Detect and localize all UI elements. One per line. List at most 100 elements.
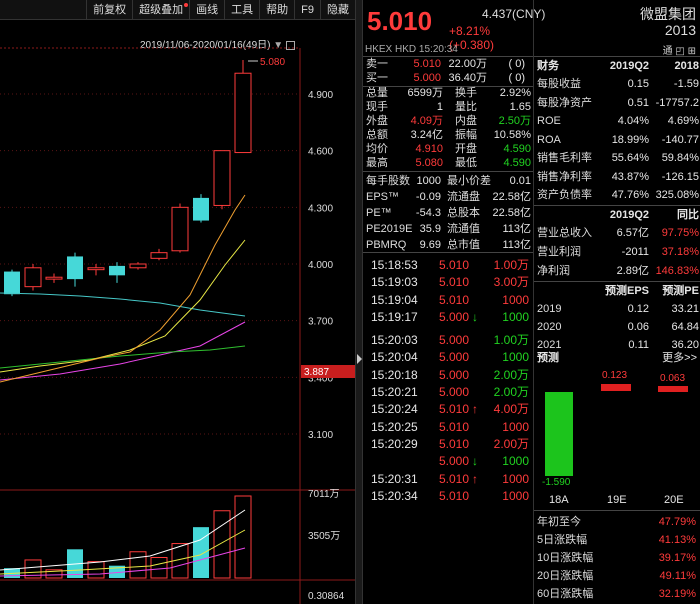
fin-row: ROA 18.99% -140.77 — [534, 131, 700, 150]
tick-row: 15:18:53 5.010 1.00万 — [363, 257, 533, 274]
tick-row: 15:20:29 5.010 2.00万 — [363, 436, 533, 453]
volume-bar — [150, 557, 168, 579]
candle-body — [87, 267, 105, 271]
candle-body — [234, 72, 252, 154]
stat-value: 22.58亿 — [492, 191, 531, 203]
perf-row: 年初至今 47.79% — [534, 513, 700, 531]
tick-price: 5.010 — [438, 275, 469, 290]
peak-label: 5.080 — [260, 57, 285, 68]
fin-label: 营业利润 — [537, 245, 581, 258]
fin-row: 2020 0.06 64.84 — [534, 318, 700, 336]
perf-label: 10日涨跌幅 — [537, 552, 594, 564]
stat-value: 5.080 — [415, 157, 443, 169]
tick-row: 15:20:31 5.010 ↑ 1000 — [363, 471, 533, 488]
stat-value: 4.590 — [503, 157, 531, 169]
ma-line-magenta — [0, 321, 246, 381]
stat-value: 35.9 — [419, 223, 441, 235]
price-axis-label: 3.700 — [308, 317, 333, 328]
perf-row: 10日涨跌幅 39.17% — [534, 549, 700, 567]
more-link[interactable]: 更多>> — [662, 349, 697, 365]
tick-price: 5.010 — [438, 488, 469, 503]
stat-value: 10.58% — [493, 129, 531, 141]
fin-value: 47.76% — [611, 189, 649, 201]
forecast-x-20e: 20E — [664, 494, 684, 506]
volume-bar — [234, 495, 252, 579]
stats2-row: PBMRQ 9.69 总市值 113亿 — [363, 237, 533, 253]
stats2-table: 每手股数 1000 最小价差 0.01 EPS™ -0.09 流通盘 22.58亿 PE™ -54… — [363, 173, 533, 253]
header-cell: 预测EPS — [604, 284, 649, 297]
label: 卖一 — [366, 58, 388, 70]
fin-value: -2011 — [621, 245, 649, 258]
ma-line-cyan — [0, 292, 246, 317]
stat-label: PE2019E — [366, 223, 413, 235]
perf-label: 年初至今 — [537, 516, 581, 528]
tick-row: 15:20:03 5.000 1.00万 — [363, 332, 533, 349]
fin-label: 每股收益 — [537, 78, 581, 90]
panel-icons[interactable]: 通 ◰ ⊞ — [663, 42, 696, 57]
header-cell: 2019Q2 — [609, 208, 649, 221]
panel-splitter[interactable] — [355, 0, 363, 604]
tick-price: 5.010 — [438, 402, 469, 417]
stat-value: 4.910 — [415, 143, 443, 155]
stat-value: -0.09 — [415, 191, 441, 203]
forecast-x-19e: 19E — [607, 494, 627, 506]
forecast-bar-20e — [658, 386, 688, 392]
fin-label: 每股净资产 — [537, 96, 592, 109]
kline-chart[interactable]: 前复权 超级叠加 画线 工具 帮助 F9 隐藏 2019/11/06-2020/… — [0, 0, 355, 604]
stats-row: 均价 4.910 开盘 4.590 — [363, 142, 533, 156]
stat-label: 开盘 — [455, 143, 477, 155]
vol-label-top: 7011万 — [308, 489, 340, 500]
exchange-info: HKEX HKD 15:20:34 — [365, 44, 458, 55]
price-change: +8.21% (+0.380) — [449, 24, 495, 52]
header-cell: 2019Q2 — [609, 60, 649, 72]
tick-volume: 1000 — [502, 309, 529, 324]
tick-price: 5.010 — [438, 292, 469, 307]
quote-panel: 5.010 4.437(CNY) +8.21% (+0.380) HKEX HK… — [363, 0, 545, 604]
price: 5.010 — [413, 58, 441, 70]
chart-canvas: 4.9004.6004.3004.0003.7003.4003.100 5.08… — [0, 47, 355, 604]
ma-line-yellow — [0, 239, 246, 373]
stats-row: 现手 1 量比 1.65 — [363, 100, 533, 114]
forecast-bar-18a — [545, 392, 573, 476]
fin-value: 0.15 — [627, 78, 649, 90]
forecast-bar-19e — [601, 384, 631, 391]
fin-row: 销售毛利率 55.64% 59.84% — [534, 149, 700, 168]
stat-label: 内盘 — [455, 115, 477, 127]
fin-label: ROE — [537, 115, 561, 127]
exchange: HKEX — [365, 44, 393, 55]
tick-time: 15:20:25 — [371, 419, 418, 434]
fin-label: 净利润 — [537, 264, 570, 277]
stats2-row: 每手股数 1000 最小价差 0.01 — [363, 173, 533, 189]
volume: 36.40万 — [448, 72, 487, 84]
count: ( 0) — [508, 58, 526, 70]
orderbook-buy: 买一 5.000 36.40万 ( 0) — [363, 71, 533, 85]
tick-volume: 3.00万 — [493, 275, 529, 290]
candle-body — [45, 276, 63, 280]
price-axis-label: 4.300 — [308, 203, 333, 214]
tick-price: 5.010 — [438, 258, 469, 272]
fin-value: 146.83% — [655, 264, 699, 277]
forecast-chart: 预测 更多>> -1.590 0.123 0.063 18A 19E 20E — [534, 346, 700, 508]
tick-row: 5.000 ↓ 1000 — [363, 453, 533, 470]
tick-volume: 1000 — [502, 454, 529, 469]
stats2-row: PE2019E 35.9 流通值 113亿 — [363, 221, 533, 237]
count: ( 0) — [508, 72, 526, 84]
tick-price: 5.000 — [438, 385, 469, 400]
fin-value: 0.51 — [627, 96, 649, 109]
current-price-label: 3.887 — [304, 367, 329, 378]
stat-value: 3.24亿 — [410, 129, 443, 141]
stat-label: 总量 — [366, 87, 388, 99]
finance-table: 财务 2019Q2 2018 每股收益 0.15 -1.59 每股净资产 0.51 -17757… — [534, 57, 700, 354]
candle-body — [193, 197, 209, 221]
collapse-arrow-icon[interactable] — [357, 354, 362, 364]
stat-label: 总市值 — [447, 239, 480, 251]
fin-value: 55.64% — [611, 152, 649, 164]
fin-row: 每股收益 0.15 -1.59 — [534, 75, 700, 94]
tick-arrow-icon — [469, 419, 481, 436]
fin-label: ROA — [537, 133, 561, 146]
tick-volume: 1.00万 — [493, 333, 529, 348]
tick-arrow-icon — [469, 332, 481, 349]
tick-time: 15:19:17 — [371, 309, 418, 324]
fin-value: -1.59 — [673, 78, 699, 90]
tick-time: 15:20:21 — [371, 385, 418, 400]
